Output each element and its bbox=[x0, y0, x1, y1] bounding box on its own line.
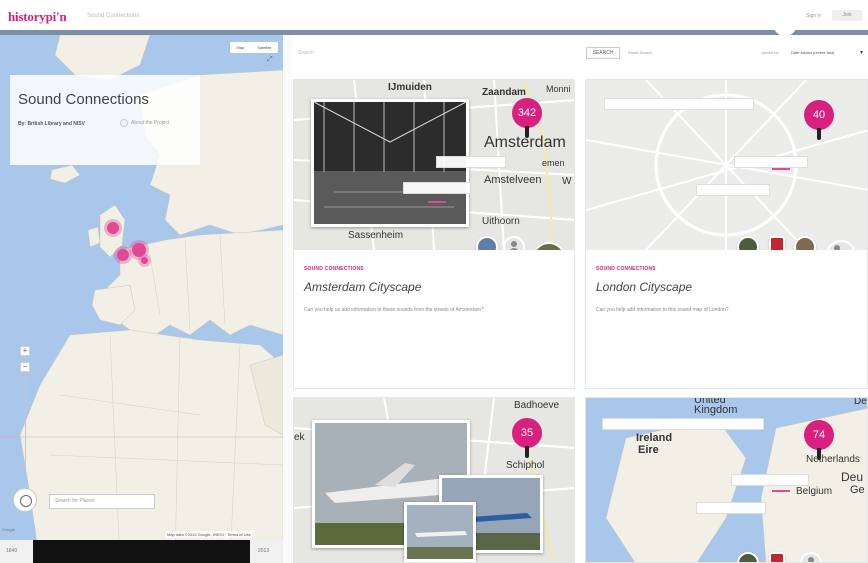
contributor-avatar[interactable] bbox=[769, 236, 785, 250]
map-place-label: emen bbox=[542, 158, 565, 168]
card-map-thumbnail: United Kingdom Ireland Eire Netherlands … bbox=[586, 398, 867, 562]
collection-card-amsterdam[interactable]: IJmuiden Zaandam Monni Amsterdam emen Am… bbox=[293, 79, 575, 389]
collection-count-marker[interactable]: 40 bbox=[804, 100, 834, 140]
place-label-bar bbox=[403, 182, 471, 194]
collection-card-london[interactable]: 40 SOUND CONNECTIONS London Cityscape Ca… bbox=[585, 79, 868, 389]
collection-card-europe[interactable]: United Kingdom Ireland Eire Netherlands … bbox=[585, 397, 868, 563]
place-label-bar bbox=[604, 98, 754, 110]
map-type-toggle[interactable]: Map Satellite bbox=[230, 42, 278, 53]
map-cluster-marker[interactable] bbox=[117, 249, 129, 261]
map-place-label: Eire bbox=[638, 444, 659, 456]
about-project-link[interactable]: About the Project bbox=[120, 119, 169, 127]
project-title: Sound Connections bbox=[18, 91, 149, 108]
timeline-end-label: 2013 bbox=[258, 548, 270, 554]
brand-logo[interactable]: historypi'n bbox=[8, 9, 67, 25]
map-place-label: Amstelveen bbox=[484, 174, 542, 186]
place-search-input[interactable]: Search for Places bbox=[49, 494, 155, 509]
sort-select[interactable]: Date Added (recent first) ▾ bbox=[791, 47, 863, 59]
sign-in-link[interactable]: Sign in bbox=[806, 13, 821, 19]
place-label-bar bbox=[696, 184, 770, 196]
contributor-avatar[interactable] bbox=[769, 552, 785, 562]
about-project-label[interactable]: About the Project bbox=[131, 120, 169, 126]
map-cluster-marker[interactable] bbox=[141, 257, 148, 264]
map-place-label: Monni bbox=[546, 84, 571, 94]
panel-divider bbox=[283, 35, 292, 563]
collection-search-input[interactable]: Search bbox=[298, 46, 578, 60]
card-description: Can you help us add information to these… bbox=[304, 307, 484, 313]
collection-count-marker[interactable]: 74 bbox=[804, 420, 834, 460]
card-tag[interactable]: SOUND CONNECTIONS bbox=[304, 266, 364, 272]
card-tertiary-photo bbox=[404, 502, 476, 562]
search-toolbar: Search SEARCH Reset Search sorted by: Da… bbox=[292, 44, 868, 66]
active-marker-indicator bbox=[772, 490, 790, 492]
reset-search-link[interactable]: Reset Search bbox=[628, 50, 652, 55]
sorted-by-label: sorted by: bbox=[762, 50, 780, 55]
collection-count-marker[interactable]: 35 bbox=[512, 418, 542, 458]
place-label-bar bbox=[696, 502, 766, 514]
map-cluster-marker[interactable] bbox=[107, 222, 119, 234]
place-label-bar bbox=[602, 418, 764, 430]
map-type-satellite[interactable]: Satellite bbox=[257, 45, 271, 50]
map-place-label: Ireland bbox=[636, 432, 673, 444]
photo-graphic bbox=[407, 505, 473, 559]
timeline-range-bar[interactable] bbox=[33, 540, 250, 563]
card-tag[interactable]: SOUND CONNECTIONS bbox=[596, 266, 656, 272]
map-place-label: Zaandam bbox=[482, 87, 526, 98]
card-map-thumbnail: IJmuiden Zaandam Monni Amsterdam emen Am… bbox=[294, 80, 574, 250]
map-place-label: Deu bbox=[841, 470, 864, 484]
join-button[interactable]: Join bbox=[832, 10, 862, 21]
place-label-bar bbox=[731, 474, 809, 486]
card-description: Can you help add information to this sou… bbox=[596, 307, 729, 313]
timeline-start-label: 1840 bbox=[6, 548, 18, 554]
card-title[interactable]: London Cityscape bbox=[596, 280, 692, 294]
card-title[interactable]: Amsterdam Cityscape bbox=[304, 280, 421, 294]
fullscreen-icon[interactable]: ⤢ bbox=[267, 56, 275, 64]
map-place-label: Ge bbox=[850, 484, 865, 496]
map-place-label: Schiphol bbox=[506, 460, 545, 471]
map-place-label: De bbox=[854, 398, 867, 407]
zoom-out-button[interactable]: − bbox=[20, 362, 30, 372]
world-map[interactable]: Map Satellite ⤢ Sound Connections By: Br… bbox=[0, 35, 283, 563]
locate-icon[interactable] bbox=[13, 488, 37, 512]
place-label-bar bbox=[436, 156, 506, 168]
google-logo: Google bbox=[2, 527, 15, 532]
card-map-thumbnail: Badhoeve ek Schiphol 35 bbox=[294, 398, 574, 562]
place-label-bar bbox=[734, 156, 808, 168]
search-button[interactable]: SEARCH bbox=[586, 47, 620, 59]
map-place-label: ek bbox=[294, 432, 305, 443]
map-place-label: Sassenheim bbox=[348, 230, 404, 241]
map-cluster-marker[interactable] bbox=[132, 243, 146, 257]
map-place-label: Kingdom bbox=[694, 404, 738, 416]
collection-card-schiphol[interactable]: Badhoeve ek Schiphol 35 bbox=[293, 397, 575, 563]
map-place-label: Netherlands bbox=[806, 454, 860, 465]
project-info-panel: Sound Connections By: British Library an… bbox=[10, 75, 200, 165]
map-place-label: Badhoeve bbox=[514, 400, 560, 411]
active-marker-indicator bbox=[772, 168, 790, 170]
app-root: historypi'n Sound Connections Sign in Jo… bbox=[0, 0, 868, 563]
map-place-label: IJmuiden bbox=[388, 82, 432, 93]
zoom-in-button[interactable]: + bbox=[20, 346, 30, 356]
map-place-label: Belgium bbox=[796, 486, 833, 497]
map-place-label: Uithoorn bbox=[482, 216, 520, 227]
sort-select-value: Date Added (recent first) bbox=[791, 50, 835, 55]
map-type-map[interactable]: Map bbox=[236, 45, 244, 50]
top-bar: historypi'n Sound Connections Sign in Jo… bbox=[0, 0, 868, 32]
chevron-down-icon: ▾ bbox=[859, 50, 863, 56]
map-attribution[interactable]: Map data ©2013 Google, INEGI · Terms of … bbox=[165, 531, 253, 538]
timeline-slider[interactable]: 1840 2013 bbox=[0, 540, 283, 563]
brand-subtitle[interactable]: Sound Connections bbox=[87, 13, 139, 19]
info-icon bbox=[120, 119, 128, 127]
card-map-thumbnail: 40 bbox=[586, 80, 867, 250]
map-place-label: W bbox=[562, 176, 572, 187]
collection-count-marker[interactable]: 342 bbox=[512, 98, 542, 138]
active-marker-indicator bbox=[428, 201, 446, 203]
project-byline: By: British Library and NISV bbox=[18, 121, 85, 127]
